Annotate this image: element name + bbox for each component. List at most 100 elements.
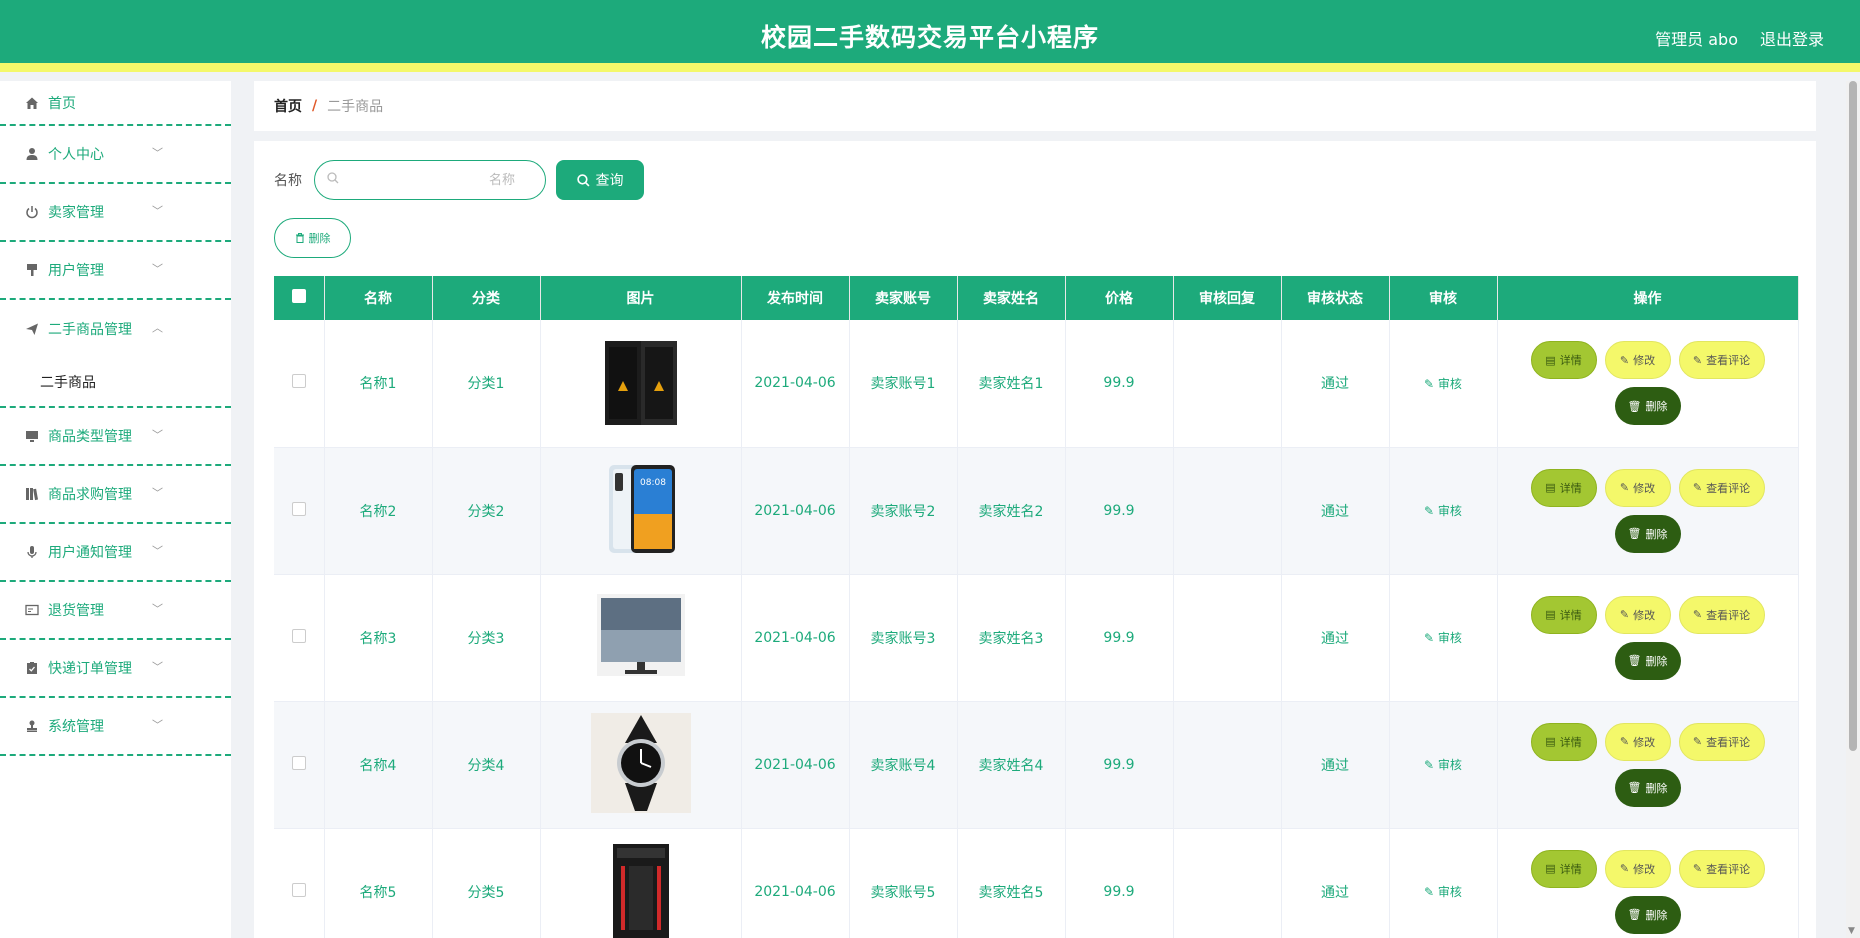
- query-button-label: 查询: [595, 173, 624, 189]
- chevron-down-icon: ﹀: [152, 486, 163, 500]
- delete-button[interactable]: 🗑 删除: [1614, 895, 1681, 934]
- edit-button[interactable]: ✎ 修改: [1604, 341, 1671, 380]
- brush-icon: [24, 262, 40, 278]
- row-select-cell: [274, 574, 325, 702]
- sidebar-item-label: 系统管理: [48, 719, 104, 735]
- cell-image: [540, 320, 742, 448]
- column-header: 分类: [432, 276, 541, 320]
- stamp-icon: [24, 718, 40, 734]
- view-comments-button[interactable]: ✎ 查看评论: [1678, 341, 1765, 380]
- sidebar-item-user-notice-management[interactable]: 用户通知管理 ﹀: [0, 524, 231, 582]
- edit-button[interactable]: ✎ 修改: [1604, 722, 1671, 761]
- edit-button[interactable]: ✎ 修改: [1604, 468, 1671, 507]
- pencil-icon: ✎: [1619, 735, 1630, 748]
- detail-button[interactable]: ▤ 详情: [1530, 468, 1597, 507]
- cell-publish-time: 2021-04-06: [741, 574, 850, 702]
- row-actions: ▤ 详情 ✎ 修改 ✎ 查看评论 🗑 删除: [1528, 468, 1768, 553]
- query-button[interactable]: 查询: [556, 160, 644, 200]
- home-icon: [24, 95, 40, 111]
- edit-icon: ✎: [1424, 376, 1438, 391]
- audit-link[interactable]: ✎ 审核: [1424, 758, 1462, 772]
- detail-button[interactable]: ▤ 详情: [1530, 722, 1597, 761]
- delete-button[interactable]: 🗑 删除: [1614, 514, 1681, 553]
- delete-button[interactable]: 🗑 删除: [1614, 387, 1681, 426]
- logout-link[interactable]: 退出登录: [1760, 26, 1824, 50]
- delete-button[interactable]: 🗑 删除: [1614, 768, 1681, 807]
- row-checkbox[interactable]: [291, 755, 306, 770]
- pencil-icon: ✎: [1619, 608, 1630, 621]
- delete-button[interactable]: 🗑 删除: [1614, 641, 1681, 680]
- view-comments-button[interactable]: ✎ 查看评论: [1678, 595, 1765, 634]
- row-actions: ▤ 详情 ✎ 修改 ✎ 查看评论 🗑 删除: [1528, 849, 1768, 934]
- chevron-down-icon: ﹀: [152, 544, 163, 558]
- search-input-wrapper: [314, 160, 546, 200]
- select-all-header[interactable]: [274, 276, 325, 320]
- select-all-checkbox[interactable]: [291, 289, 306, 303]
- sidebar-item-goods-management[interactable]: 二手商品管理 ︿: [0, 300, 231, 358]
- product-image-speaker[interactable]: [591, 331, 691, 431]
- cell-image: [540, 828, 742, 938]
- edit-button[interactable]: ✎ 修改: [1604, 849, 1671, 888]
- goods-table: 名称 分类 图片 发布时间 卖家账号 卖家姓名 价格 审核回复 审核状态 审核 …: [274, 276, 1799, 938]
- detail-button[interactable]: ▤ 详情: [1530, 595, 1597, 634]
- cell-audit-reply: [1173, 828, 1282, 938]
- audit-link[interactable]: ✎ 审核: [1424, 377, 1462, 391]
- view-comments-label: 查看评论: [1706, 481, 1751, 495]
- product-image-phone[interactable]: 08:08: [591, 459, 691, 559]
- product-image-pc-case[interactable]: [591, 840, 691, 938]
- breadcrumb-home[interactable]: 首页: [274, 96, 302, 116]
- app-title: 校园二手数码交易平台小程序: [760, 23, 1099, 52]
- page-scrollbar[interactable]: ▼: [1846, 81, 1860, 938]
- cell-category: 分类1: [432, 320, 541, 448]
- sidebar-item-home[interactable]: 首页: [0, 81, 231, 126]
- edit-button[interactable]: ✎ 修改: [1604, 595, 1671, 634]
- audit-link[interactable]: ✎ 审核: [1424, 885, 1462, 899]
- audit-link[interactable]: ✎ 审核: [1424, 504, 1462, 518]
- row-checkbox[interactable]: [291, 882, 306, 897]
- product-image-monitor[interactable]: [591, 586, 691, 686]
- sidebar-item-return-management[interactable]: 退货管理 ﹀: [0, 582, 231, 640]
- view-comments-button[interactable]: ✎ 查看评论: [1678, 468, 1765, 507]
- chevron-down-icon: ﹀: [152, 660, 163, 674]
- detail-button[interactable]: ▤ 详情: [1530, 849, 1597, 888]
- search-input[interactable]: [339, 165, 533, 195]
- sidebar-subitem-used-goods[interactable]: 二手商品: [0, 358, 231, 408]
- cell-audit: ✎ 审核: [1389, 701, 1498, 829]
- column-header: 价格: [1065, 276, 1174, 320]
- admin-user-label[interactable]: 管理员 abo: [1655, 26, 1738, 50]
- sidebar-item-user-management[interactable]: 用户管理 ﹀: [0, 242, 231, 300]
- row-checkbox[interactable]: [291, 628, 306, 643]
- sidebar-item-goods-request-management[interactable]: 商品求购管理 ﹀: [0, 466, 231, 524]
- sidebar-item-personal-center[interactable]: 个人中心 ﹀: [0, 126, 231, 184]
- row-actions: ▤ 详情 ✎ 修改 ✎ 查看评论 🗑 删除: [1528, 341, 1768, 426]
- sidebar-item-express-order-management[interactable]: 快递订单管理 ﹀: [0, 640, 231, 698]
- view-comments-button[interactable]: ✎ 查看评论: [1678, 722, 1765, 761]
- batch-delete-label: 删除: [308, 232, 331, 245]
- cell-audit-reply: [1173, 701, 1282, 829]
- sidebar-item-label: 商品类型管理: [48, 429, 132, 445]
- trash-icon: 🗑: [1627, 781, 1642, 794]
- cell-audit-reply: [1173, 320, 1282, 448]
- view-comments-button[interactable]: ✎ 查看评论: [1678, 849, 1765, 888]
- sidebar-item-goods-type-management[interactable]: 商品类型管理 ﹀: [0, 408, 231, 466]
- product-image-watch[interactable]: [590, 712, 691, 813]
- cell-audit-status: 通过: [1281, 447, 1390, 575]
- cell-category: 分类4: [432, 701, 541, 829]
- scroll-down-arrow-icon[interactable]: ▼: [1848, 926, 1855, 936]
- batch-delete-button[interactable]: 删除: [274, 218, 351, 258]
- detail-button[interactable]: ▤ 详情: [1530, 341, 1597, 380]
- scrollbar-thumb[interactable]: [1849, 81, 1857, 751]
- view-comments-label: 查看评论: [1706, 354, 1751, 368]
- sidebar-item-system-management[interactable]: 系统管理 ﹀: [0, 698, 231, 756]
- sidebar-item-label: 卖家管理: [48, 205, 104, 221]
- row-checkbox[interactable]: [291, 374, 306, 389]
- row-select-cell: [274, 447, 325, 575]
- trash-icon: [295, 233, 304, 243]
- delete-label: 删除: [1645, 908, 1668, 922]
- user-area: 管理员 abo 退出登录: [1655, 26, 1824, 50]
- sidebar-item-seller-management[interactable]: 卖家管理 ﹀: [0, 184, 231, 242]
- sidebar-item-label: 用户管理: [48, 263, 104, 279]
- view-comments-label: 查看评论: [1706, 862, 1751, 876]
- audit-link[interactable]: ✎ 审核: [1424, 631, 1462, 645]
- row-checkbox[interactable]: [291, 501, 306, 516]
